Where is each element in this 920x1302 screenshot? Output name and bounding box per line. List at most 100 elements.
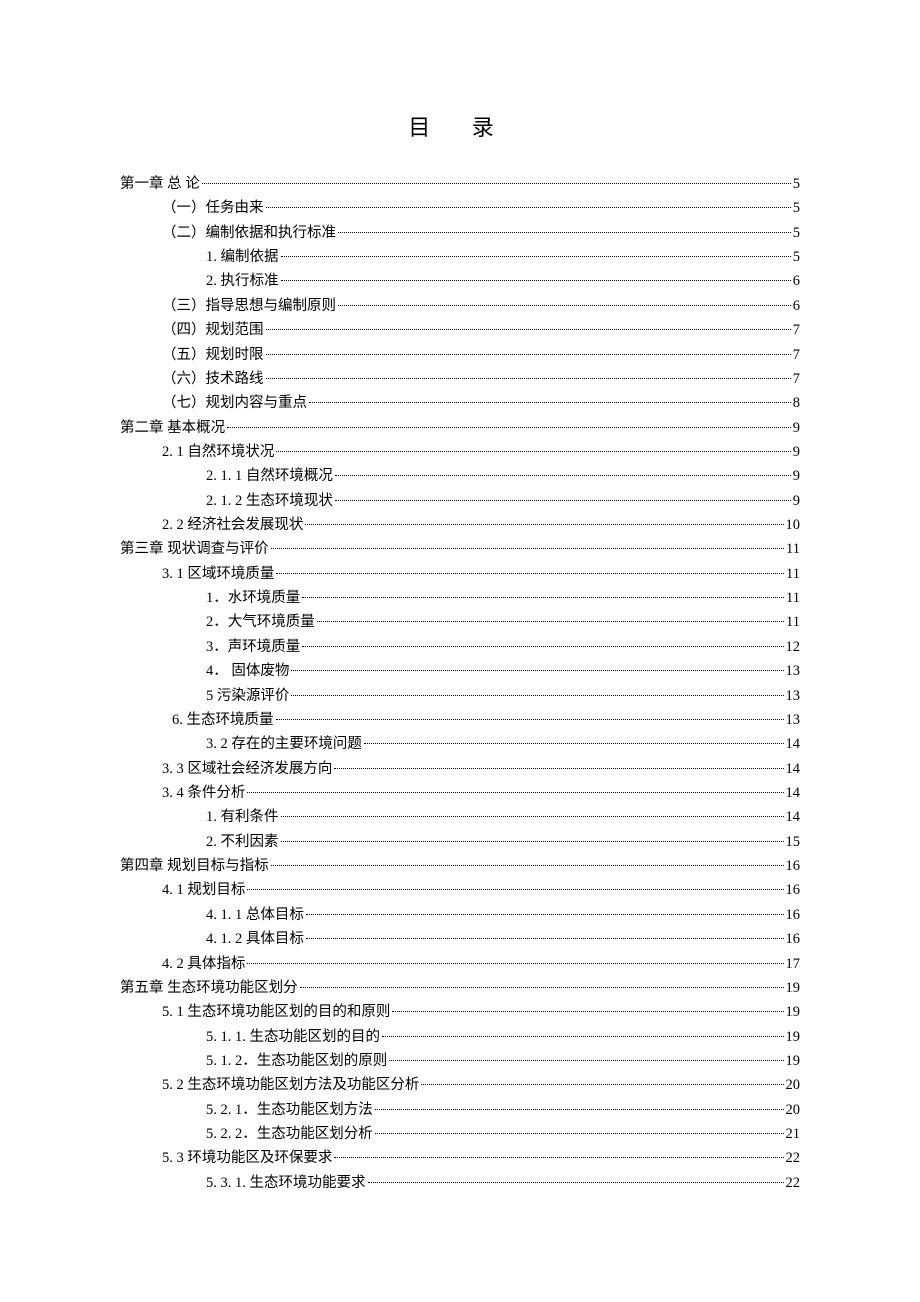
toc-leader-dots: [335, 500, 791, 501]
toc-leader-dots: [271, 865, 784, 866]
toc-entry: （四）规划范围 7: [120, 318, 800, 342]
toc-entry-text: 5. 3. 1. 生态环境功能要求: [206, 1171, 366, 1195]
toc-entry: 5. 3 环境功能区及环保要求22: [120, 1146, 800, 1170]
toc-entry: 4． 固体废物13: [120, 659, 800, 683]
toc-entry-page: 7: [793, 318, 800, 342]
toc-entry: 1．水环境质量 11: [120, 586, 800, 610]
toc-leader-dots: [306, 938, 784, 939]
toc-leader-dots: [300, 987, 784, 988]
toc-leader-dots: [276, 573, 784, 574]
toc-entry-text: 第一章 总 论: [120, 172, 200, 196]
toc-leader-dots: [266, 354, 791, 355]
toc-entry-page: 7: [793, 367, 800, 391]
toc-entry: 3. 2 存在的主要环境问题14: [120, 732, 800, 756]
toc-entry-text: 5. 2. 1．生态功能区划方法: [206, 1098, 373, 1122]
toc-entry: 2. 执行标准6: [120, 269, 800, 293]
toc-entry-text: 5. 2. 2．生态功能区划分析: [206, 1122, 373, 1146]
toc-entry-text: 3. 4 条件分析: [162, 781, 245, 805]
toc-leader-dots: [281, 816, 784, 817]
toc-entry-text: 5. 1. 2．生态功能区划的原则: [206, 1049, 387, 1073]
toc-leader-dots: [317, 621, 784, 622]
toc-entry-text: 6. 生态环境质量: [172, 708, 274, 732]
toc-entry-page: 20: [786, 1073, 801, 1097]
toc-entry-page: 8: [793, 391, 800, 415]
toc-entry-text: 5 污染源评价: [206, 684, 289, 708]
toc-leader-dots: [271, 548, 784, 549]
toc-entry-text: 4. 1. 2 具体目标: [206, 927, 304, 951]
toc-entry-text: 3. 3 区域社会经济发展方向: [162, 757, 332, 781]
toc-entry-text: 1．水环境质量: [206, 586, 300, 610]
toc-entry-page: 16: [786, 927, 801, 951]
toc-entry: 5. 1. 2．生态功能区划的原则19: [120, 1049, 800, 1073]
toc-entry: 4. 1. 1 总体目标16: [120, 903, 800, 927]
toc-leader-dots: [306, 914, 784, 915]
toc-entry-text: （七）规划内容与重点: [162, 391, 307, 415]
toc-entry: 5. 1. 1. 生态功能区划的目的19: [120, 1025, 800, 1049]
toc-entry: 第五章 生态环境功能区划分19: [120, 976, 800, 1000]
toc-entry-page: 15: [786, 830, 801, 854]
toc-entry: 4. 1. 2 具体目标 16: [120, 927, 800, 951]
toc-leader-dots: [227, 427, 791, 428]
toc-entry: 5 污染源评价 13: [120, 684, 800, 708]
toc-leader-dots: [291, 695, 783, 696]
toc-entry-page: 5: [793, 221, 800, 245]
toc-entry: （七）规划内容与重点 8: [120, 391, 800, 415]
toc-entry-text: 4. 2 具体指标: [162, 952, 245, 976]
toc-entry-page: 13: [786, 708, 801, 732]
toc-leader-dots: [266, 329, 791, 330]
toc-entry: （六）技术路线7: [120, 367, 800, 391]
toc-entry-page: 11: [786, 586, 800, 610]
toc-entry: 2. 不利因素15: [120, 830, 800, 854]
toc-leader-dots: [392, 1011, 783, 1012]
toc-entry-text: 3. 1 区域环境质量: [162, 562, 274, 586]
toc-entry-page: 9: [793, 464, 800, 488]
toc-entry-page: 13: [786, 684, 801, 708]
toc-entry-text: 2. 1. 1 自然环境概况: [206, 464, 333, 488]
toc-leader-dots: [247, 792, 783, 793]
toc-entry-text: 第三章 现状调查与评价: [120, 537, 269, 561]
toc-leader-dots: [281, 841, 784, 842]
toc-leader-dots: [247, 963, 783, 964]
toc-leader-dots: [305, 524, 783, 525]
toc-entry-text: 5. 1 生态环境功能区划的目的和原则: [162, 1000, 390, 1024]
toc-entry: 2. 1 自然环境状况9: [120, 440, 800, 464]
toc-leader-dots: [375, 1109, 784, 1110]
toc-entry-text: 4. 1 规划目标: [162, 878, 245, 902]
toc-leader-dots: [364, 743, 784, 744]
toc-entry: 3．声环境质量12: [120, 635, 800, 659]
toc-entry-text: （二）编制依据和执行标准: [162, 221, 336, 245]
toc-entry-page: 20: [786, 1098, 801, 1122]
toc-leader-dots: [247, 889, 783, 890]
toc-leader-dots: [338, 232, 791, 233]
toc-entry-text: （三）指导思想与编制原则: [162, 294, 336, 318]
toc-entry: 2. 2 经济社会发展现状10: [120, 513, 800, 537]
toc-entry: 4. 1 规划目标 16: [120, 878, 800, 902]
toc-entry: 第三章 现状调查与评价11: [120, 537, 800, 561]
toc-entry: 3. 1 区域环境质量11: [120, 562, 800, 586]
toc-entry-page: 5: [793, 172, 800, 196]
toc-entry: 6. 生态环境质量 13: [120, 708, 800, 732]
toc-entry-page: 13: [786, 659, 801, 683]
toc-entry-page: 9: [793, 416, 800, 440]
toc-entry-text: 2. 执行标准: [206, 269, 279, 293]
toc-entry-page: 19: [786, 1000, 801, 1024]
toc-entry: （五）规划时限7: [120, 343, 800, 367]
toc-entry-text: 2. 1 自然环境状况: [162, 440, 274, 464]
toc-entry-page: 21: [786, 1122, 801, 1146]
toc-entry: （三）指导思想与编制原则6: [120, 294, 800, 318]
toc-leader-dots: [291, 670, 783, 671]
toc-entry-text: 第四章 规划目标与指标: [120, 854, 269, 878]
toc-entry-page: 14: [786, 781, 801, 805]
toc-entry-page: 22: [786, 1171, 801, 1195]
toc-entry-text: 1. 有利条件: [206, 805, 279, 829]
toc-entry-page: 17: [786, 952, 801, 976]
toc-entry-page: 16: [786, 878, 801, 902]
toc-entry: 4. 2 具体指标 17: [120, 952, 800, 976]
toc-entry-text: 第五章 生态环境功能区划分: [120, 976, 298, 1000]
toc-entry-text: 第二章 基本概况: [120, 416, 225, 440]
toc-entry-text: （四）规划范围: [162, 318, 264, 342]
toc-leader-dots: [309, 402, 791, 403]
toc-entry-page: 16: [786, 903, 801, 927]
toc-leader-dots: [266, 207, 791, 208]
toc-entry: 5. 1 生态环境功能区划的目的和原则 19: [120, 1000, 800, 1024]
